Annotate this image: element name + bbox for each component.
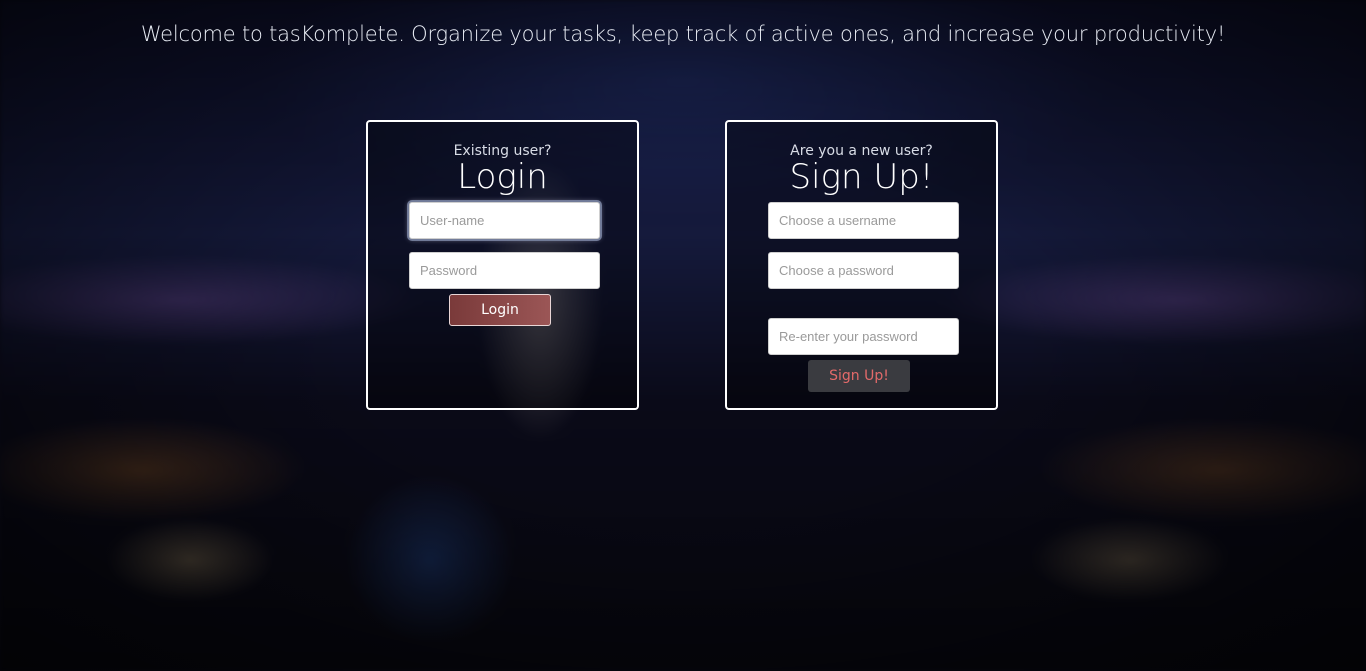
signup-password-input[interactable] [768, 252, 959, 289]
signup-title: Sign Up! [789, 157, 934, 197]
login-card: Existing user? Login Login [366, 120, 639, 410]
signup-button[interactable]: Sign Up! [808, 360, 910, 392]
signup-username-input[interactable] [768, 202, 959, 239]
login-username-input[interactable] [409, 202, 600, 239]
login-password-input[interactable] [409, 252, 600, 289]
background-vignette [0, 0, 1366, 671]
login-title: Login [457, 157, 548, 197]
welcome-headline: Welcome to tasKomplete. Organize your ta… [140, 22, 1226, 46]
login-button[interactable]: Login [449, 294, 551, 326]
signup-confirm-password-input[interactable] [768, 318, 959, 355]
signup-card: Are you a new user? Sign Up! Sign Up! [725, 120, 998, 410]
